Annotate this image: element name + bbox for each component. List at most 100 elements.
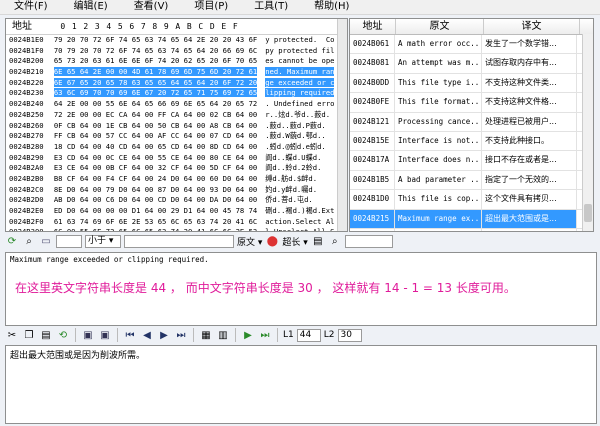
font-size-select[interactable]: 小于 ▾: [85, 234, 121, 248]
cut-icon[interactable]: ✂: [5, 328, 19, 342]
hex-ascii[interactable]: .蚓d.@蚓d.e蚓d.: [261, 142, 347, 153]
hex-ascii[interactable]: 阆d..蝶d.U蝶d.: [261, 153, 347, 164]
col-address-header[interactable]: 地址: [350, 19, 396, 34]
hex-ascii[interactable]: py protected fil: [261, 46, 347, 57]
menu-view[interactable]: 查看(V): [120, 0, 181, 14]
string-table[interactable]: 地址 原文 译文 0024B061 A math error occ... 发生了一…: [349, 18, 594, 232]
hex-bytes[interactable]: 6E 67 65 20 65 78 63 65 65 64 65 64 20 6…: [53, 77, 261, 89]
hex-row[interactable]: 0024B2D0 AB D0 64 00 C6 D0 64 00 CD D0 64…: [6, 195, 347, 206]
menu-help[interactable]: 帮助(H): [300, 0, 361, 14]
font-preview-box[interactable]: [56, 234, 82, 248]
hex-ascii[interactable]: 妁d.y衅d.囑d.: [261, 185, 347, 196]
hex-view[interactable]: 地址 0123456789ABCDEF 0024B1E0 79 20 70 72 …: [5, 18, 348, 232]
last-icon[interactable]: ⏭: [174, 328, 188, 342]
table-row[interactable]: 0024B1B5 A bad parameter ... 指定了一个无效的...: [350, 170, 593, 191]
hex-row[interactable]: 0024B2B0 B8 CF 64 00 F4 CF 64 00 24 D0 64…: [6, 174, 347, 185]
hex-row[interactable]: 0024B260 0F CB 64 00 1E CB 64 00 50 CB 64…: [6, 121, 347, 132]
hex-bytes[interactable]: 6E 65 64 2E 00 00 4D 61 78 69 6D 75 6D 2…: [53, 67, 261, 78]
hex-bytes[interactable]: 79 20 70 72 6F 74 65 63 74 65 64 2E 20 2…: [54, 35, 261, 46]
hex-row[interactable]: 0024B200 65 73 20 63 61 6E 6E 6F 74 20 62…: [6, 56, 347, 67]
hex-row[interactable]: 0024B1E0 79 20 70 72 6F 74 65 63 74 65 64…: [6, 35, 347, 46]
undo-icon[interactable]: ⟲: [56, 328, 70, 342]
hex-bytes[interactable]: AB D0 64 00 C6 D0 64 00 CD D0 64 00 DA D…: [54, 195, 261, 206]
menu-file[interactable]: 文件(F): [0, 0, 60, 14]
hex-ascii[interactable]: 侨d.菩d.屯d.: [261, 195, 347, 206]
refresh-icon[interactable]: ⟳: [5, 234, 19, 248]
first-icon[interactable]: ⏮: [123, 328, 137, 342]
search-icon[interactable]: ⌕: [22, 234, 36, 248]
col-source-header[interactable]: 原文: [396, 19, 484, 34]
warning-icon[interactable]: ⬤: [265, 234, 279, 248]
hex-ascii[interactable]: 缚d.舫d.$衅d.: [261, 174, 347, 185]
hex-ascii[interactable]: ned. Maximum ran: [261, 67, 347, 78]
table-scrollbar[interactable]: [582, 34, 593, 231]
hex-bytes[interactable]: 72 2E 00 00 EC CA 64 00 FF CA 64 00 02 C…: [54, 110, 261, 121]
hex-bytes[interactable]: E3 CE 64 00 0B CF 64 00 32 CF 64 00 5D C…: [54, 163, 261, 174]
paste-icon[interactable]: ▤: [39, 328, 53, 342]
hex-row[interactable]: 0024B230 63 6C 69 70 70 69 6E 67 20 72 65…: [6, 88, 347, 99]
hex-ascii[interactable]: .薮d.W藐d.郀d..: [261, 131, 347, 142]
hex-ascii[interactable]: ge exceeded or c: [261, 77, 347, 89]
mode-select[interactable]: 原文 ▾: [237, 235, 262, 248]
hex-row[interactable]: 0024B240 64 2E 00 00 55 6E 64 65 66 69 6E…: [6, 99, 347, 110]
goto-input[interactable]: [344, 234, 393, 248]
hex-ascii[interactable]: r..炫d.爷d..薮d.: [261, 110, 347, 121]
hex-bytes[interactable]: E3 CD 64 00 0C CE 64 00 55 CE 64 00 80 C…: [54, 153, 261, 164]
hex-row[interactable]: 0024B2C0 8E D0 64 00 79 D0 64 00 87 D0 64…: [6, 185, 347, 196]
hex-scrollbar[interactable]: [337, 19, 347, 231]
hex-ascii[interactable]: 阆d..蛉d.2蛉d.: [261, 163, 347, 174]
table-row[interactable]: 0024B0DD This file type i... 不支持这种文件类...: [350, 73, 593, 94]
translation-pane[interactable]: 超出最大范围或是因为削波所需。: [5, 345, 597, 424]
hex-ascii[interactable]: y protected. Co: [261, 35, 347, 46]
hex-row[interactable]: 0024B280 18 CD 64 00 40 CD 64 00 65 CD 64…: [6, 142, 347, 153]
hex-bytes[interactable]: 70 79 20 70 72 6F 74 65 63 74 65 64 20 6…: [54, 46, 261, 57]
hex-row[interactable]: 0024B220 6E 67 65 20 65 78 63 65 65 64 65…: [6, 77, 347, 89]
length-select[interactable]: 超长 ▾: [282, 235, 307, 248]
save-all-icon[interactable]: ▣: [98, 328, 112, 342]
prev-icon[interactable]: ◀: [140, 328, 154, 342]
col-translation-header[interactable]: 译文: [484, 19, 580, 34]
columns-icon[interactable]: ▥: [216, 328, 230, 342]
hex-ascii[interactable]: . Undefined erro: [261, 99, 347, 110]
table-row[interactable]: 0024B061 A math error occ... 发生了一个数学错...: [350, 35, 593, 55]
hex-body[interactable]: 0024B1E0 79 20 70 72 6F 74 65 63 74 65 64…: [6, 35, 347, 231]
hex-ascii[interactable]: .薮d..薮d.P薮d.: [261, 121, 347, 132]
hex-bytes[interactable]: 64 2E 00 00 55 6E 64 65 66 69 6E 65 64 2…: [54, 99, 261, 110]
hex-row[interactable]: 0024B2A0 E3 CE 64 00 0B CF 64 00 32 CF 64…: [6, 163, 347, 174]
hex-bytes[interactable]: 63 6C 69 70 70 69 6E 67 20 72 65 71 75 6…: [53, 88, 261, 99]
hex-bytes[interactable]: B8 CF 64 00 F4 CF 64 00 24 D0 64 00 60 D…: [54, 174, 261, 185]
hex-bytes[interactable]: FF CB 64 00 57 CC 64 00 AF CC 64 00 07 C…: [54, 131, 261, 142]
zoom-icon[interactable]: ⌕: [328, 234, 342, 248]
hex-row[interactable]: 0024B250 72 2E 00 00 EC CA 64 00 FF CA 64…: [6, 110, 347, 121]
table-row[interactable]: 0024B15E Interface is not... 不支持此种接口。: [350, 131, 593, 152]
menu-edit[interactable]: 编辑(E): [60, 0, 120, 14]
hex-row[interactable]: 0024B210 6E 65 64 2E 00 00 4D 61 78 69 6D…: [6, 67, 347, 78]
table-row[interactable]: 0024B0FE This file format... 不支持这种文件格...: [350, 93, 593, 113]
hex-row[interactable]: 0024B270 FF CB 64 00 57 CC 64 00 AF CC 64…: [6, 131, 347, 142]
hex-row[interactable]: 0024B2F0 61 63 74 69 6F 6E 2E 53 65 6C 65…: [6, 217, 347, 228]
table-body[interactable]: 0024B061 A math error occ... 发生了一个数学错... 00…: [350, 35, 593, 231]
hex-ascii[interactable]: es cannot be ope: [261, 56, 347, 67]
hex-bytes[interactable]: 8E D0 64 00 79 D0 64 00 87 D0 64 00 93 D…: [54, 185, 261, 196]
table-row[interactable]: 0024B17A Interface does n... 接口不存在或者是...: [350, 151, 593, 171]
hex-row[interactable]: 0024B290 E3 CD 64 00 0C CE 64 00 55 CE 64…: [6, 153, 347, 164]
play-next-icon[interactable]: ⏭: [258, 328, 272, 342]
hex-bytes[interactable]: 65 73 20 63 61 6E 6E 6F 74 20 62 65 20 6…: [54, 56, 261, 67]
grid-icon[interactable]: ▦: [199, 328, 213, 342]
hex-bytes[interactable]: 61 63 74 69 6F 6E 2E 53 65 6C 65 63 74 2…: [54, 217, 261, 228]
l1-field[interactable]: 44: [296, 328, 321, 342]
table-row[interactable]: 0024B215 Maximum range ex... 超出最大范围或是...: [350, 209, 593, 229]
table-row[interactable]: 0024B1D0 This file is cop... 这个文件具有拷贝...: [350, 190, 593, 210]
hex-ascii[interactable]: 硎d..裼d.)裼d.Ext: [261, 206, 347, 217]
hex-bytes[interactable]: 0F CB 64 00 1E CB 64 00 50 CB 64 00 A8 C…: [54, 121, 261, 132]
hex-bytes[interactable]: ED D0 64 00 00 00 D1 64 00 29 D1 64 00 4…: [54, 206, 261, 217]
clipboard-icon[interactable]: ▤: [311, 234, 325, 248]
hex-row[interactable]: 0024B2E0 ED D0 64 00 00 00 D1 64 00 29 D1…: [6, 206, 347, 217]
menu-project[interactable]: 项目(P): [180, 0, 240, 14]
copy-icon[interactable]: ❐: [22, 328, 36, 342]
hex-row[interactable]: 0024B1F0 70 79 20 70 72 6F 74 65 63 74 65…: [6, 46, 347, 57]
hex-ascii[interactable]: lipping required: [261, 88, 347, 99]
hex-ascii[interactable]: action.Select Al: [261, 217, 347, 228]
next-icon[interactable]: ▶: [157, 328, 171, 342]
l2-field[interactable]: 30: [337, 328, 362, 342]
